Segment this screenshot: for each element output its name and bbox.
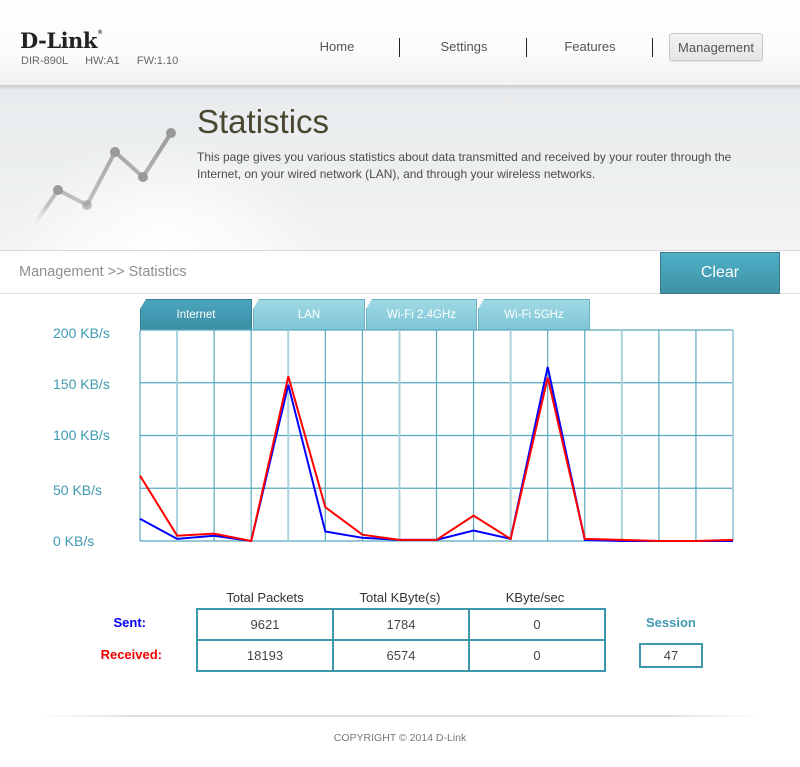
received-label: Received:	[100, 647, 162, 662]
line-chart-icon	[28, 128, 176, 240]
nav-home[interactable]: Home	[278, 33, 396, 61]
column-header-total-packets: Total Packets	[226, 590, 304, 605]
model-name: DIR-890L	[21, 55, 69, 67]
breadcrumb: Management >> Statistics	[19, 264, 187, 280]
received-kbyte-sec: 0	[468, 639, 606, 672]
nav-separator	[652, 38, 653, 57]
y-tick-label: 0 KB/s	[53, 533, 95, 549]
received-total-packets: 18193	[196, 639, 334, 672]
nav-management[interactable]: Management	[669, 33, 763, 61]
dlink-logo: D-Link®	[20, 28, 102, 53]
table-row-received: 18193 6574 0	[196, 639, 606, 672]
nav-separator	[526, 38, 527, 57]
received-total-kbytes: 6574	[332, 639, 470, 672]
device-info: DIR-890L HW:A1 FW:1.10	[21, 55, 187, 67]
registered-mark: ®	[97, 30, 102, 36]
tab-wifi-24ghz[interactable]: Wi-Fi 2.4GHz	[366, 299, 477, 330]
sent-label: Sent:	[113, 615, 147, 630]
brand-name: D-Link	[20, 28, 97, 53]
sent-kbyte-sec: 0	[468, 608, 606, 641]
series-line-sent	[139, 366, 733, 543]
column-header-total-kbytes: Total KByte(s)	[359, 590, 441, 605]
y-tick-label: 50 KB/s	[53, 482, 103, 498]
chart-grid	[139, 329, 734, 542]
hardware-version: HW:A1	[85, 55, 120, 67]
firmware-version: FW:1.10	[136, 55, 179, 67]
top-header: D-Link® DIR-890L HW:A1 FW:1.10 Home Sett…	[0, 0, 800, 86]
chart-series	[139, 366, 734, 543]
tab-lan[interactable]: LAN	[253, 299, 365, 330]
y-tick-label: 100 KB/s	[53, 427, 110, 443]
table-row-sent: 9621 1784 0	[196, 608, 606, 641]
tab-internet[interactable]: Internet	[140, 299, 252, 330]
page-hero: Statistics This page gives you various s…	[0, 90, 800, 251]
nav-separator	[399, 38, 400, 57]
session-label: Session	[646, 615, 696, 630]
tab-wifi-5ghz[interactable]: Wi-Fi 5GHz	[478, 299, 590, 330]
footer-divider	[40, 715, 760, 717]
statistics-table: 9621 1784 0 18193 6574 0	[196, 608, 606, 672]
clear-button[interactable]: Clear	[660, 252, 780, 294]
y-tick-label: 200 KB/s	[53, 325, 110, 341]
sent-total-packets: 9621	[196, 608, 334, 641]
page-description: This page gives you various statistics a…	[197, 150, 732, 181]
session-count: 47	[639, 643, 703, 668]
sent-total-kbytes: 1784	[332, 608, 470, 641]
copyright: COPYRIGHT © 2014 D-Link	[333, 732, 467, 744]
router-admin-page: D-Link® DIR-890L HW:A1 FW:1.10 Home Sett…	[0, 0, 800, 767]
nav-features[interactable]: Features	[528, 33, 652, 61]
y-tick-label: 150 KB/s	[53, 376, 110, 392]
series-line-received	[139, 376, 734, 543]
page-title: Statistics	[197, 103, 330, 140]
nav-settings[interactable]: Settings	[402, 33, 526, 61]
column-header-kbyte-sec: KByte/sec	[505, 590, 565, 605]
